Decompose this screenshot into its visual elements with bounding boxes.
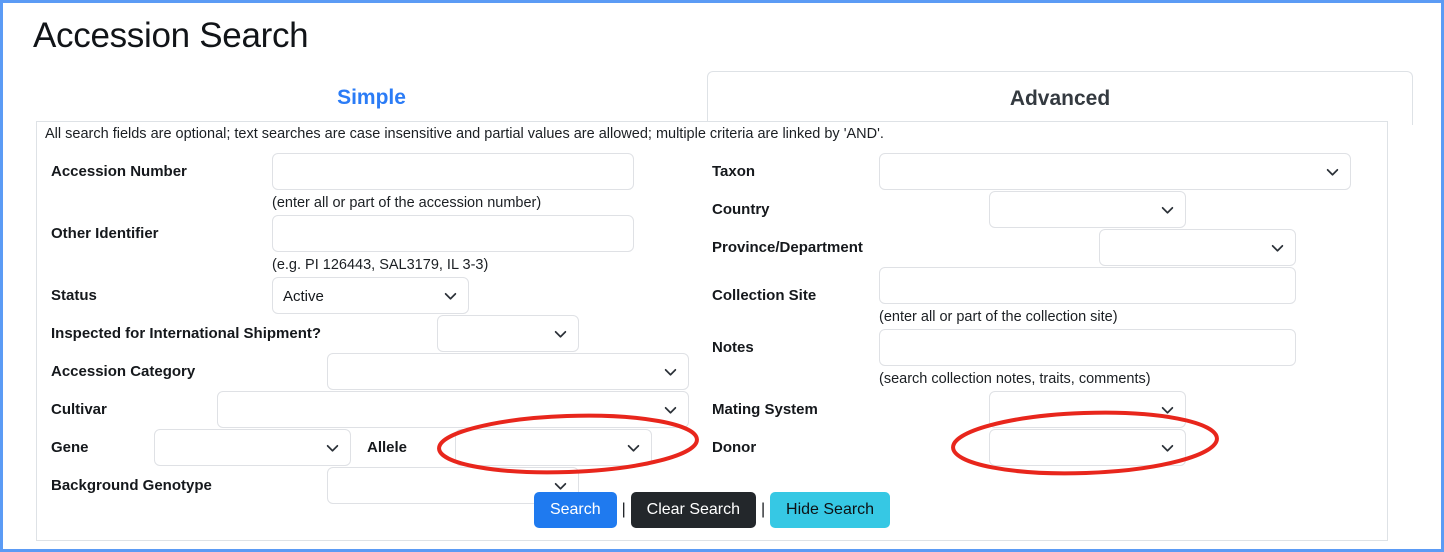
label-other-identifier: Other Identifier bbox=[51, 225, 159, 242]
label-cultivar: Cultivar bbox=[51, 401, 107, 418]
label-mating-system: Mating System bbox=[712, 401, 818, 418]
chevron-down-icon bbox=[1161, 441, 1174, 454]
gene-select[interactable] bbox=[154, 429, 351, 466]
helper-collection-site: (enter all or part of the collection sit… bbox=[879, 309, 1118, 325]
helper-other-identifier: (e.g. PI 126443, SAL3179, IL 3-3) bbox=[272, 257, 489, 273]
allele-select[interactable] bbox=[455, 429, 652, 466]
page-title: Accession Search bbox=[33, 16, 309, 55]
chevron-down-icon bbox=[664, 365, 677, 378]
label-accession-number: Accession Number bbox=[51, 163, 187, 180]
notes-input[interactable] bbox=[879, 329, 1296, 366]
clear-search-button[interactable]: Clear Search bbox=[630, 492, 757, 528]
chevron-down-icon bbox=[1326, 165, 1339, 178]
accession-number-input[interactable] bbox=[272, 153, 634, 190]
label-country: Country bbox=[712, 201, 770, 218]
search-form-panel: All search fields are optional; text sea… bbox=[36, 121, 1388, 541]
chevron-down-icon bbox=[1161, 403, 1174, 416]
form-hint-text: All search fields are optional; text sea… bbox=[45, 126, 884, 142]
accession-search-window: Accession Search Simple Advanced All sea… bbox=[0, 0, 1444, 552]
collection-site-input[interactable] bbox=[879, 267, 1296, 304]
search-mode-tabs: Simple Advanced bbox=[36, 71, 1413, 125]
status-select-value: Active bbox=[283, 287, 324, 305]
label-collection-site: Collection Site bbox=[712, 287, 817, 304]
tab-simple-label: Simple bbox=[337, 86, 406, 109]
helper-notes: (search collection notes, traits, commen… bbox=[879, 371, 1151, 387]
label-gene: Gene bbox=[51, 439, 89, 456]
inspected-for-international-shipment-select[interactable] bbox=[437, 315, 579, 352]
label-donor: Donor bbox=[712, 439, 757, 456]
tab-advanced[interactable]: Advanced bbox=[707, 71, 1413, 125]
label-allele: Allele bbox=[367, 439, 408, 456]
status-select[interactable]: Active bbox=[272, 277, 469, 314]
chevron-down-icon bbox=[664, 403, 677, 416]
taxon-select[interactable] bbox=[879, 153, 1351, 190]
label-inspected-for-international-shipment: Inspected for International Shipment? bbox=[51, 325, 322, 342]
other-identifier-input[interactable] bbox=[272, 215, 634, 252]
form-button-bar: Search | Clear Search | Hide Search bbox=[37, 492, 1387, 528]
province-department-select[interactable] bbox=[1099, 229, 1296, 266]
chevron-down-icon bbox=[554, 479, 567, 492]
label-status: Status bbox=[51, 287, 97, 304]
button-separator-2: | bbox=[760, 501, 766, 518]
tab-simple[interactable]: Simple bbox=[36, 71, 707, 125]
label-notes: Notes bbox=[712, 339, 754, 356]
helper-accession-number: (enter all or part of the accession numb… bbox=[272, 195, 542, 211]
chevron-down-icon bbox=[326, 441, 339, 454]
accession-category-select[interactable] bbox=[327, 353, 689, 390]
label-taxon: Taxon bbox=[712, 163, 756, 180]
hide-search-button[interactable]: Hide Search bbox=[770, 492, 891, 528]
cultivar-select[interactable] bbox=[217, 391, 689, 428]
chevron-down-icon bbox=[1161, 203, 1174, 216]
mating-system-select[interactable] bbox=[989, 391, 1186, 428]
chevron-down-icon bbox=[627, 441, 640, 454]
tab-advanced-label: Advanced bbox=[1009, 86, 1111, 110]
donor-select[interactable] bbox=[989, 429, 1186, 466]
button-separator-1: | bbox=[621, 501, 626, 518]
chevron-down-icon bbox=[1271, 241, 1284, 254]
search-button[interactable]: Search bbox=[533, 492, 617, 528]
country-select[interactable] bbox=[989, 191, 1186, 228]
chevron-down-icon bbox=[554, 327, 567, 340]
label-province-department: Province/Department bbox=[712, 239, 863, 256]
chevron-down-icon bbox=[444, 289, 457, 302]
label-accession-category: Accession Category bbox=[51, 363, 196, 380]
